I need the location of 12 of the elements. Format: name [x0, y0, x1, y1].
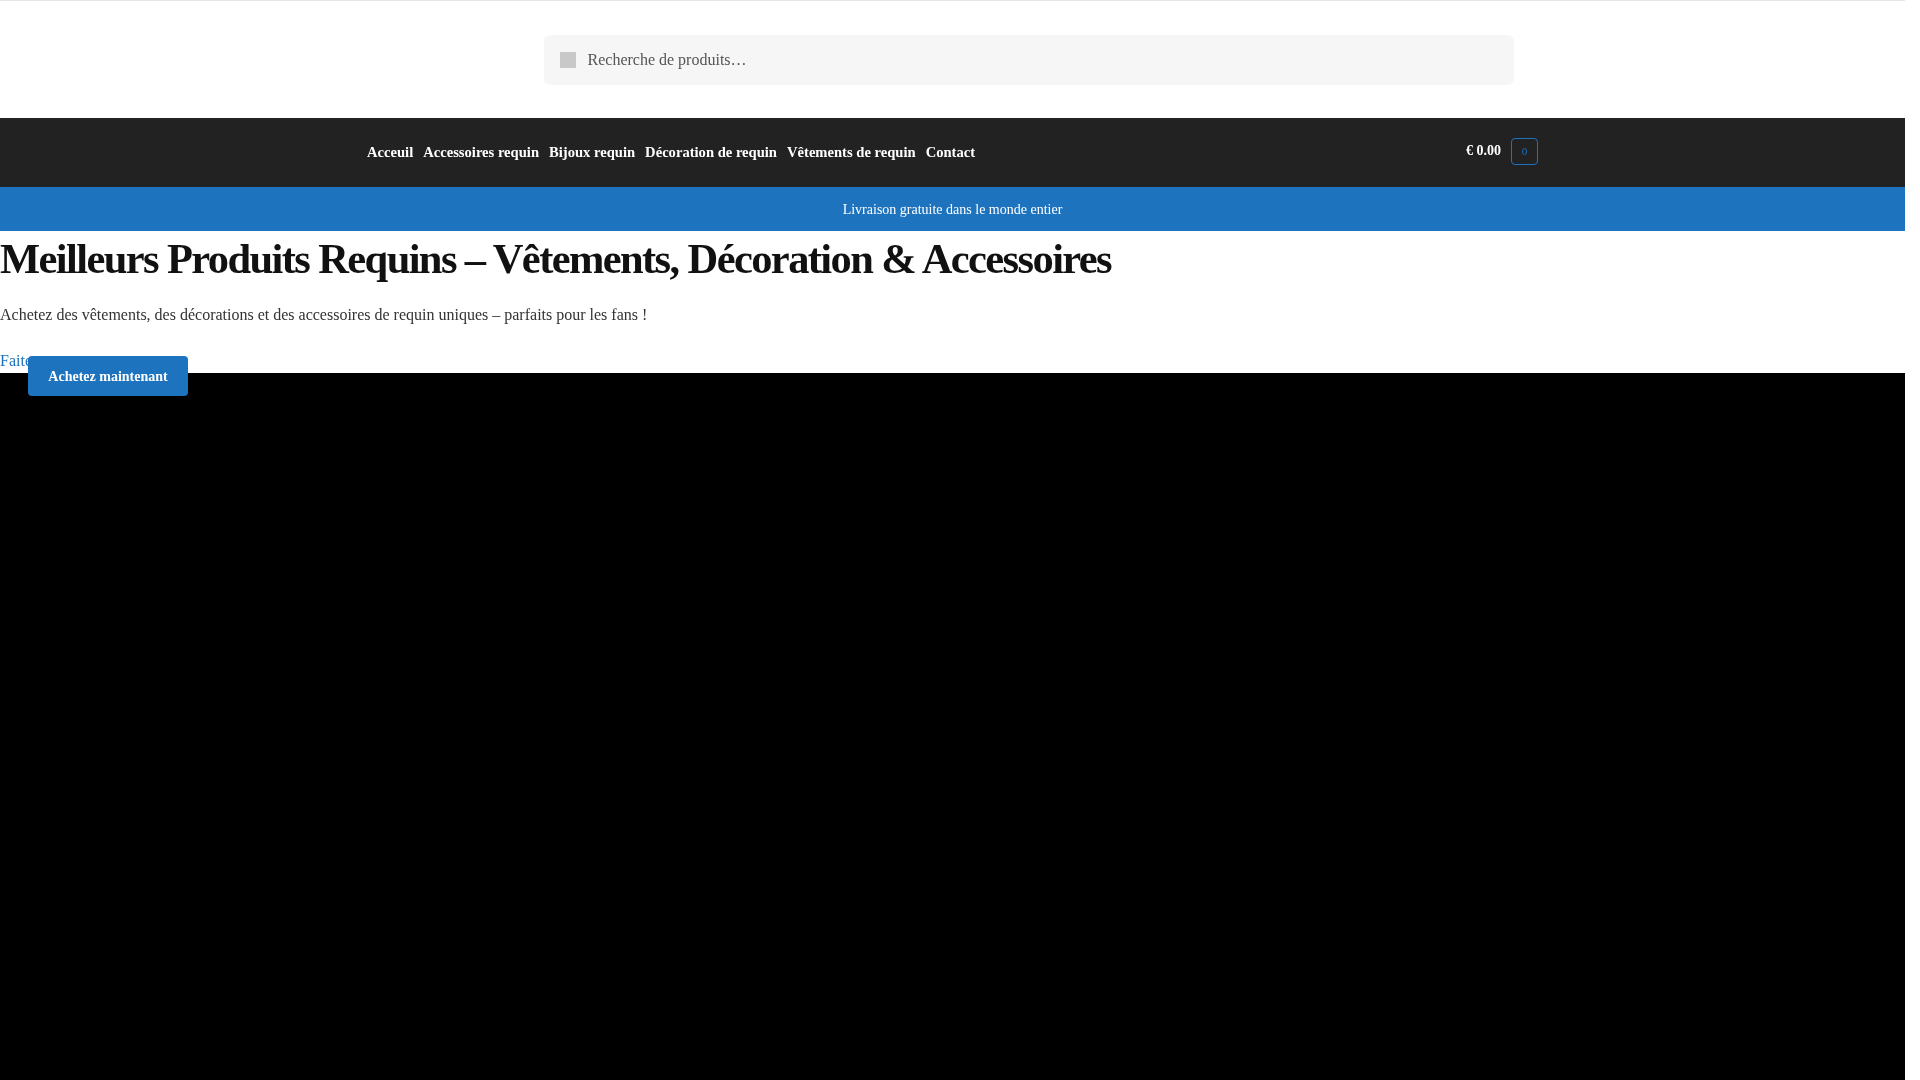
cart-total[interactable]: € 0.00 — [1466, 139, 1501, 161]
banner-text: Livraison gratuite dans le monde entier — [842, 200, 1063, 219]
nav-link[interactable]: Vêtements de requin — [787, 141, 916, 164]
nav-link[interactable]: Contact — [925, 141, 976, 164]
nav-link[interactable]: Bijoux requin — [549, 141, 636, 164]
nav-link[interactable]: Décoration de requin — [645, 141, 777, 164]
nav-link[interactable]: Acceuil — [367, 141, 414, 164]
nav-link[interactable]: Accessoires requin — [423, 141, 539, 164]
page-title: Meilleurs Produits Requins – Vêtements, Décoration & Accessoires — [0, 234, 1113, 284]
hero-subtitle: Achetez des vêtements, des décorations et des accessoires de requin uniques – parfaits pour les fans ! — [0, 305, 649, 326]
search-field[interactable]: Recherche de produits… — [543, 34, 1514, 85]
shop-now-button[interactable]: Achetez maintenant — [28, 356, 188, 396]
